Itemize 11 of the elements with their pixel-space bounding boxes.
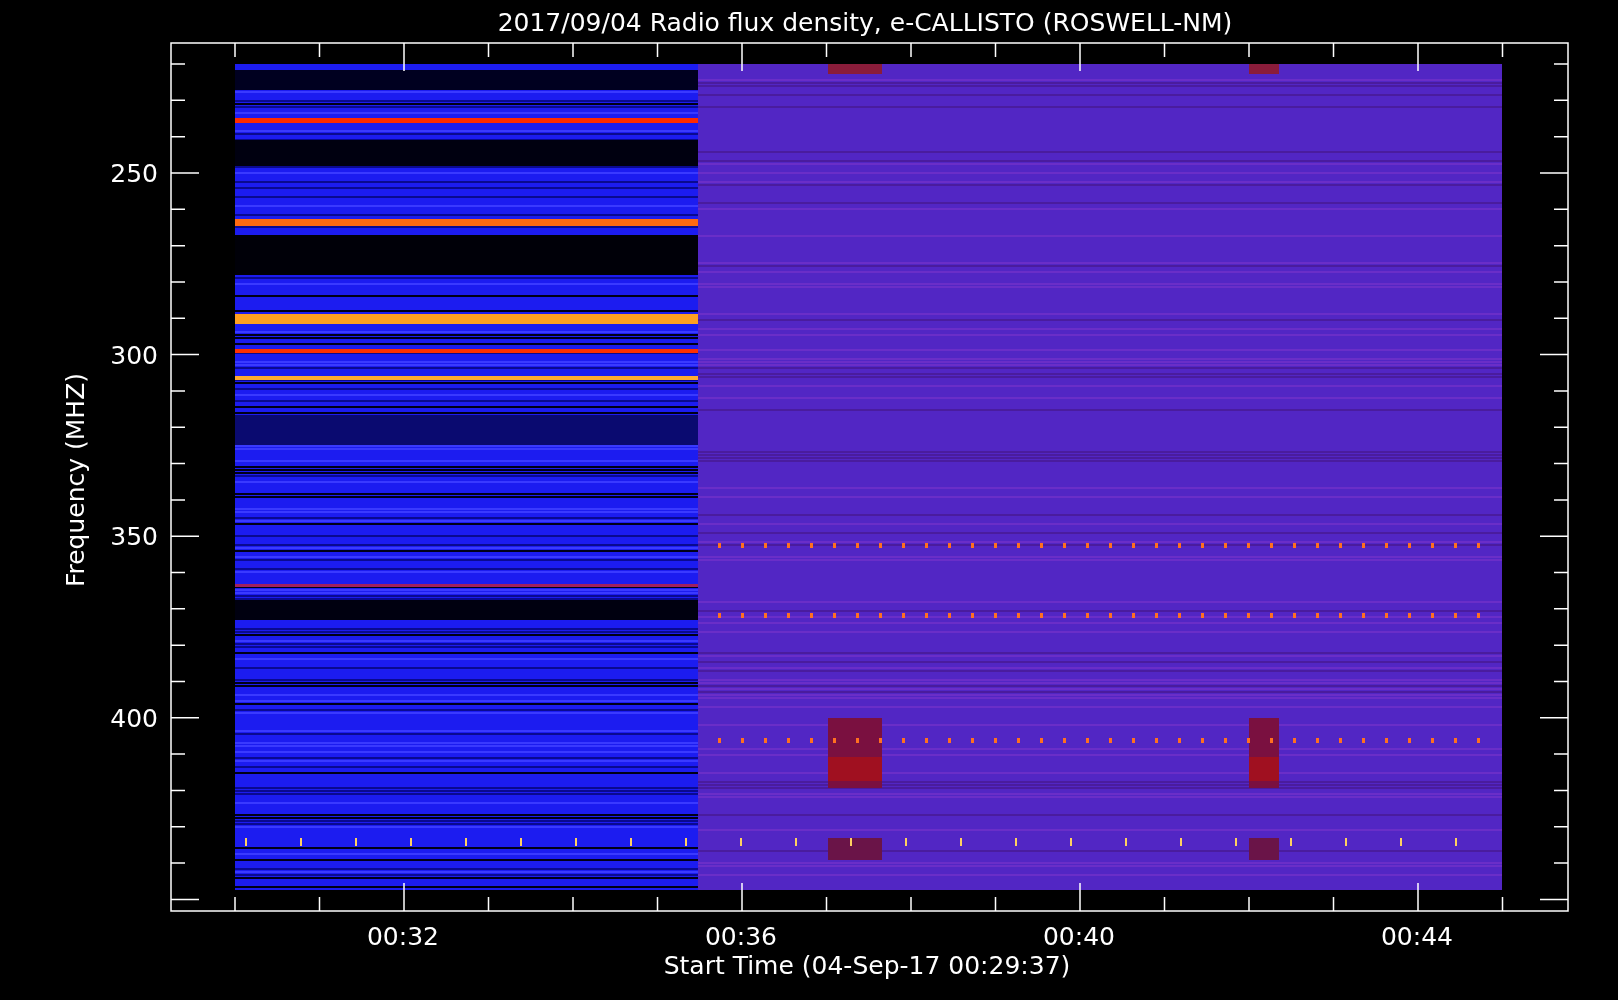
y-axis-label: Frequency (MHZ) (61, 372, 90, 588)
y-tick-label: 300 (110, 340, 158, 370)
x-tick-label: 00:40 (1043, 922, 1115, 951)
x-tick-label: 00:36 (705, 922, 777, 951)
y-tick-label: 250 (110, 159, 158, 188)
x-tick-label: 00:32 (367, 922, 439, 951)
y-tick-label: 400 (110, 703, 158, 733)
y-tick-label: 350 (110, 522, 158, 552)
x-tick-label: 00:44 (1381, 922, 1453, 951)
chart-title: 2017/09/04 Radio flux density, e-CALLISTO (ROSWELL-NM) (497, 8, 1233, 37)
x-axis-label: Start Time (04-Sep-17 00:29:37) (663, 951, 1071, 980)
